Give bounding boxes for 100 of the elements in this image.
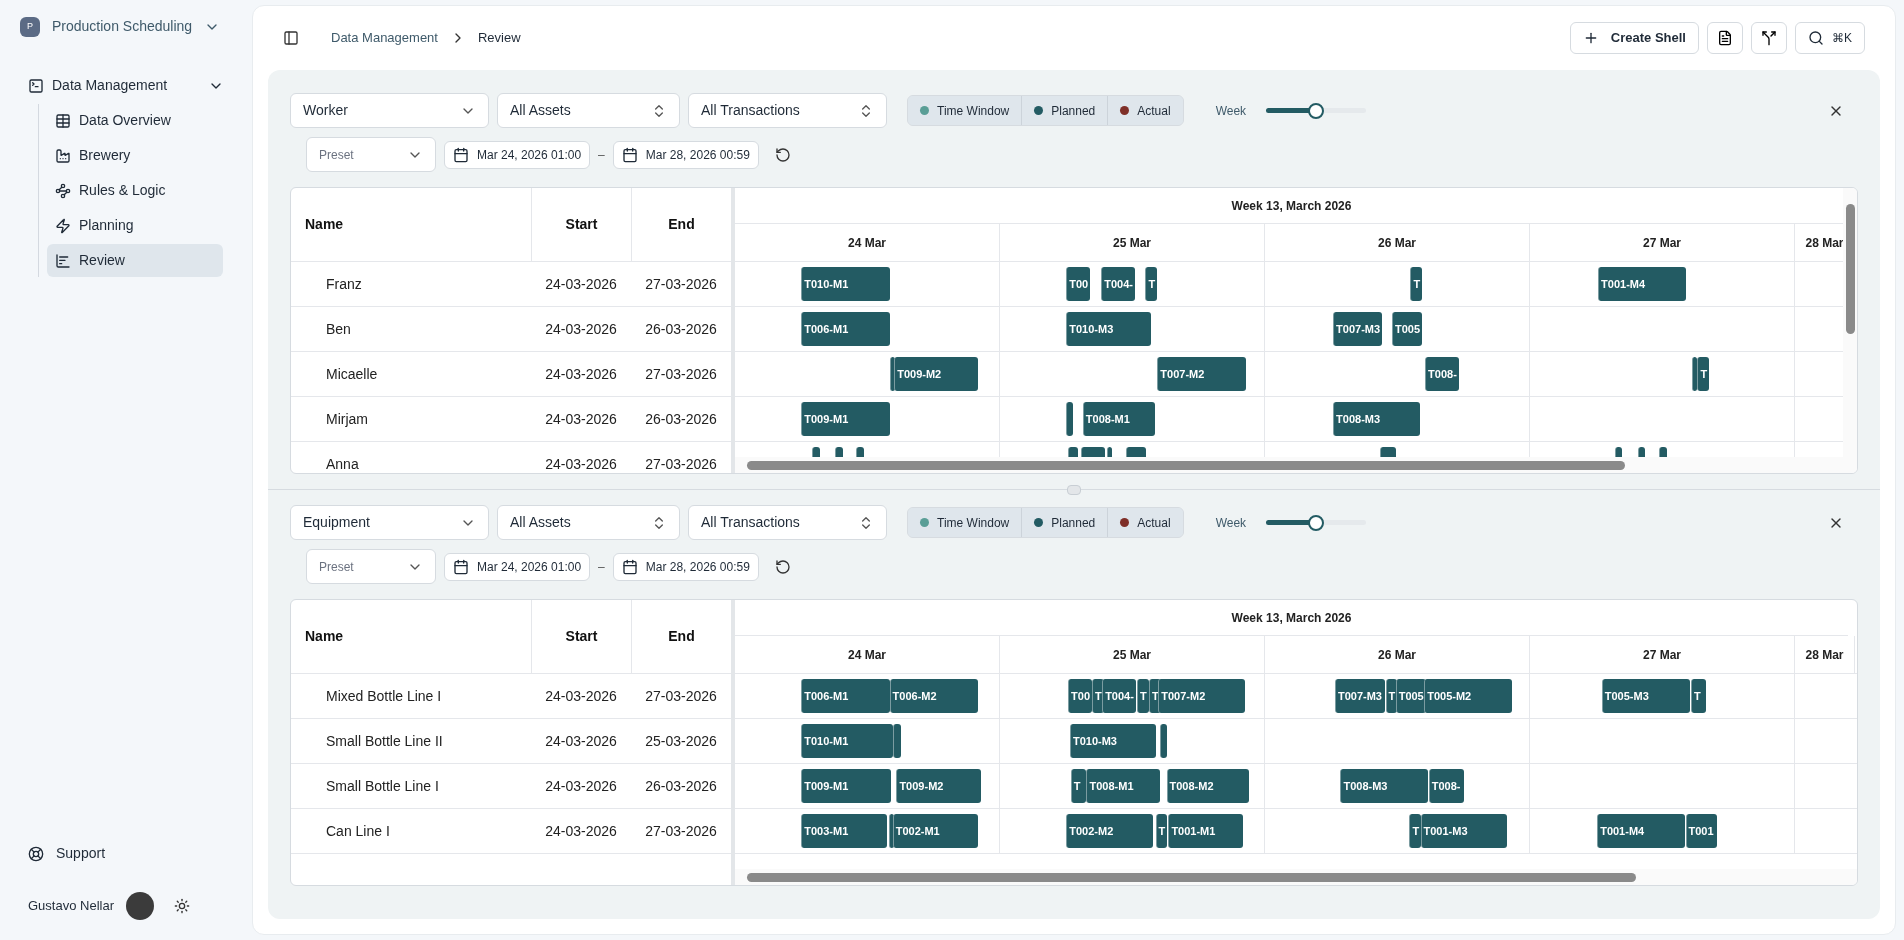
nav-item[interactable]: Rules & Logic bbox=[47, 174, 223, 207]
preset-select[interactable]: Preset bbox=[306, 549, 436, 584]
nav-item[interactable]: Review bbox=[47, 244, 223, 277]
task-bar[interactable]: T005-M2 bbox=[1424, 679, 1512, 713]
task-bar[interactable]: T006-M1 bbox=[801, 312, 890, 346]
support-link[interactable]: Support bbox=[16, 843, 236, 864]
group-by-select[interactable]: Worker bbox=[290, 93, 489, 128]
task-bar[interactable]: T010-M1 bbox=[801, 267, 890, 301]
task-bar[interactable]: T008-M2 bbox=[1166, 769, 1250, 803]
task-bar[interactable]: T005-M3 bbox=[1601, 679, 1691, 713]
task-bar[interactable]: T002-M2 bbox=[1066, 814, 1153, 848]
task-bar[interactable]: T bbox=[1410, 267, 1423, 301]
transactions-select[interactable]: All Transactions bbox=[688, 505, 887, 540]
zoom-slider[interactable] bbox=[1266, 514, 1367, 531]
task-bar[interactable]: T008- bbox=[1428, 769, 1464, 803]
vertical-scrollbar[interactable] bbox=[1843, 188, 1857, 473]
table-cell-text: 24-03-2026 bbox=[544, 776, 618, 796]
task-bar[interactable]: T003-M1 bbox=[801, 814, 887, 848]
create-shell-button[interactable]: Create Shell bbox=[1569, 22, 1699, 54]
task-bar[interactable]: T001-M3 bbox=[1420, 814, 1507, 848]
date-from-field[interactable]: Mar 24, 2026 01:00 bbox=[444, 552, 591, 581]
task-bar[interactable]: T008- bbox=[1425, 357, 1459, 391]
task-bar[interactable]: T007-M2 bbox=[1157, 357, 1246, 391]
task-bar[interactable]: T010-M3 bbox=[1066, 312, 1151, 346]
split-button[interactable] bbox=[1751, 22, 1787, 54]
search-icon bbox=[1808, 30, 1824, 46]
task-bar[interactable]: T006-M2 bbox=[889, 679, 978, 713]
assets-select[interactable]: All Assets bbox=[497, 505, 680, 540]
calendar-icon bbox=[453, 146, 469, 163]
task-bar[interactable]: T00 bbox=[1066, 267, 1091, 301]
table-cell-text: 27-03-2026 bbox=[644, 454, 718, 473]
task-bar[interactable]: T008-M3 bbox=[1333, 402, 1420, 436]
reset-icon[interactable] bbox=[774, 558, 791, 575]
legend-toggle[interactable]: Actual bbox=[1107, 508, 1183, 537]
workspace-name[interactable]: Production Scheduling bbox=[52, 16, 193, 37]
nav-item[interactable]: Data Overview bbox=[47, 104, 223, 137]
nav-icon bbox=[55, 147, 71, 164]
date-to-field[interactable]: Mar 28, 2026 00:59 bbox=[612, 552, 759, 581]
task-bar[interactable]: T001-M4 bbox=[1598, 267, 1687, 301]
resize-handle[interactable] bbox=[1067, 484, 1081, 495]
task-bar[interactable]: T007-M2 bbox=[1158, 679, 1245, 713]
task-bar[interactable]: T002-M1 bbox=[892, 814, 978, 848]
task-bar[interactable] bbox=[1066, 402, 1073, 436]
task-bar[interactable]: T007-M3 bbox=[1333, 312, 1383, 346]
zoom-slider[interactable] bbox=[1266, 102, 1367, 119]
sidebar-toggle-icon[interactable] bbox=[283, 30, 299, 46]
task-bar[interactable]: T008-M1 bbox=[1086, 769, 1161, 803]
day-header: 25 Mar bbox=[1113, 234, 1151, 252]
task-bar[interactable]: T bbox=[1385, 679, 1398, 713]
task-bar[interactable]: T006-M1 bbox=[801, 679, 890, 713]
task-bar[interactable]: T bbox=[1137, 679, 1149, 713]
task-bar[interactable]: T001-M4 bbox=[1597, 814, 1685, 848]
task-bar[interactable]: T bbox=[1409, 814, 1422, 848]
date-to-field[interactable]: Mar 28, 2026 00:59 bbox=[612, 140, 759, 169]
task-bar[interactable]: T009-M1 bbox=[801, 402, 890, 436]
document-button[interactable] bbox=[1707, 22, 1743, 54]
day-header: 27 Mar bbox=[1643, 234, 1681, 252]
task-bar[interactable]: T008-M1 bbox=[1082, 402, 1155, 436]
date-from-field[interactable]: Mar 24, 2026 01:00 bbox=[444, 140, 591, 169]
group-by-select[interactable]: Equipment bbox=[290, 505, 489, 540]
transactions-select[interactable]: All Transactions bbox=[688, 93, 887, 128]
task-bar[interactable] bbox=[893, 724, 901, 758]
document-icon bbox=[1717, 30, 1733, 46]
task-bar[interactable]: T007-M3 bbox=[1334, 679, 1385, 713]
task-bar[interactable]: T001-M1 bbox=[1168, 814, 1243, 848]
horizontal-scrollbar[interactable] bbox=[735, 457, 1843, 473]
task-bar[interactable]: T004- bbox=[1102, 679, 1137, 713]
legend-toggle[interactable]: Actual bbox=[1107, 96, 1183, 125]
horizontal-scrollbar[interactable] bbox=[735, 869, 1857, 885]
nav-section-header[interactable]: Data Management bbox=[16, 69, 236, 102]
search-button[interactable]: ⌘K bbox=[1795, 22, 1865, 54]
avatar[interactable] bbox=[126, 892, 154, 920]
table-cell-text: Micaelle bbox=[325, 364, 379, 384]
task-bar[interactable]: T009-M1 bbox=[801, 769, 892, 803]
task-bar[interactable]: T bbox=[1155, 814, 1168, 848]
nav-item[interactable]: Planning bbox=[47, 209, 223, 242]
task-bar[interactable]: T009-M2 bbox=[894, 357, 978, 391]
task-bar[interactable]: T001 bbox=[1685, 814, 1717, 848]
nav-icon bbox=[55, 217, 71, 234]
task-bar[interactable]: T005 bbox=[1395, 679, 1426, 713]
table-cell-text: Mixed Bottle Line I bbox=[325, 686, 443, 706]
reset-icon[interactable] bbox=[774, 146, 791, 163]
task-bar[interactable] bbox=[1160, 724, 1168, 758]
breadcrumb-item[interactable]: Data Management bbox=[331, 28, 438, 48]
task-bar[interactable]: T00 bbox=[1068, 679, 1093, 713]
task-bar[interactable]: T bbox=[1070, 769, 1087, 803]
preset-select[interactable]: Preset bbox=[306, 137, 436, 172]
task-bar[interactable]: T008-M3 bbox=[1340, 769, 1428, 803]
theme-toggle-icon[interactable] bbox=[174, 898, 190, 914]
task-bar[interactable]: T bbox=[1691, 679, 1706, 713]
task-bar[interactable]: T005 bbox=[1391, 312, 1423, 346]
task-bar[interactable]: T004- bbox=[1101, 267, 1135, 301]
task-bar[interactable]: T010-M3 bbox=[1069, 724, 1157, 758]
task-bar[interactable]: T009-M2 bbox=[896, 769, 981, 803]
table-cell-text: 24-03-2026 bbox=[544, 454, 618, 473]
nav-item[interactable]: Brewery bbox=[47, 139, 223, 172]
assets-select[interactable]: All Assets bbox=[497, 93, 680, 128]
task-bar[interactable]: T010-M1 bbox=[801, 724, 893, 758]
task-bar[interactable]: T bbox=[1697, 357, 1710, 391]
task-bar[interactable]: T bbox=[1145, 267, 1158, 301]
